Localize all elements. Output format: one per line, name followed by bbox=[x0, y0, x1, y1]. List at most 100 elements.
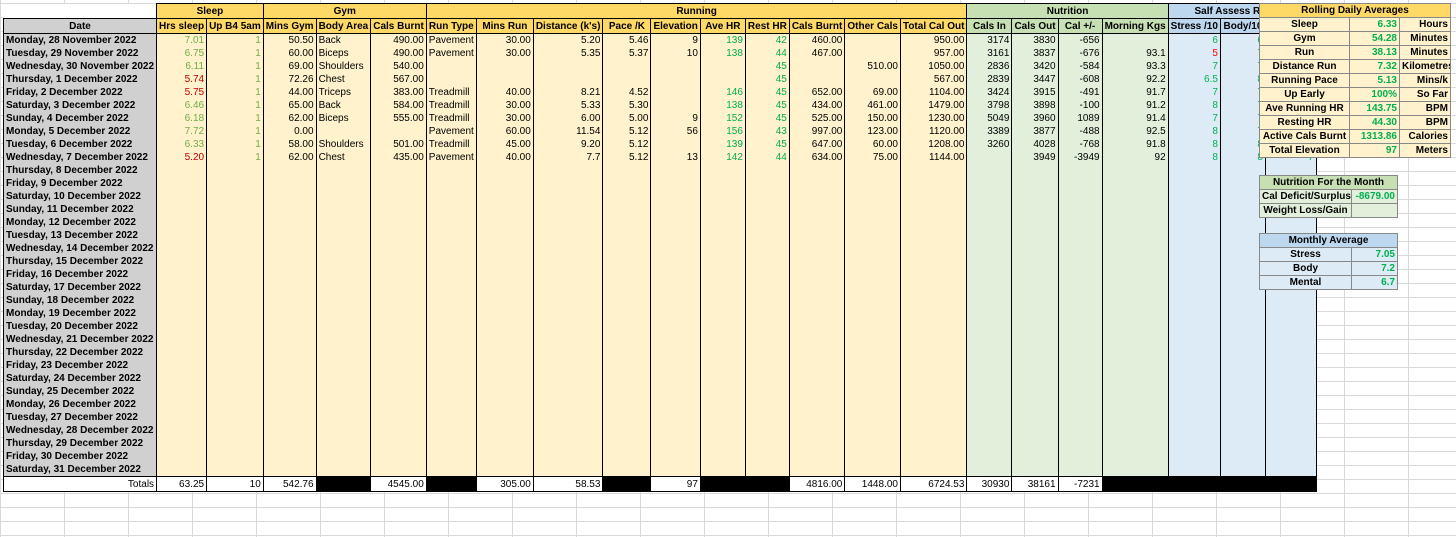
cell-cals-in[interactable] bbox=[966, 385, 1013, 398]
column-header[interactable]: Cals In bbox=[966, 18, 1013, 34]
cell-other-cals[interactable] bbox=[844, 73, 901, 86]
cell-run-type[interactable] bbox=[425, 255, 477, 268]
cell-cals-out[interactable] bbox=[1011, 177, 1059, 190]
cell-ave-hr[interactable] bbox=[699, 60, 746, 73]
cell-sleep[interactable] bbox=[156, 463, 208, 477]
cell-total-cal-out[interactable] bbox=[899, 294, 968, 307]
cell-run-cals-burnt[interactable] bbox=[788, 346, 846, 359]
cell-body-area[interactable] bbox=[315, 177, 372, 190]
cell-mental[interactable] bbox=[1264, 372, 1317, 385]
column-header[interactable]: Stress /10 bbox=[1167, 18, 1221, 34]
cell-total-cal-out[interactable] bbox=[899, 424, 968, 437]
cell-ave-hr[interactable] bbox=[699, 411, 746, 424]
cell-run-cals-burnt[interactable] bbox=[788, 229, 846, 242]
cell-sleep[interactable]: 5.75 bbox=[156, 86, 208, 99]
cell-elevation[interactable] bbox=[650, 86, 701, 99]
cell-sleep[interactable] bbox=[156, 411, 208, 424]
cell-run-cals-burnt[interactable]: 467.00 bbox=[788, 47, 846, 60]
cell-elevation[interactable] bbox=[650, 203, 701, 216]
cell-stress[interactable] bbox=[1167, 190, 1221, 203]
cell-mins-gym[interactable] bbox=[262, 411, 317, 424]
cell-ave-hr[interactable]: 139 bbox=[699, 138, 746, 151]
cell-mins-gym[interactable] bbox=[262, 190, 317, 203]
cell-run-type[interactable] bbox=[425, 229, 477, 242]
cell-date[interactable]: Saturday, 10 December 2022 bbox=[2, 190, 158, 203]
cell-run-cals-burnt[interactable] bbox=[788, 372, 846, 385]
cell-body-area[interactable] bbox=[315, 372, 372, 385]
cell-pace[interactable] bbox=[602, 450, 652, 463]
cell-elevation[interactable] bbox=[650, 255, 701, 268]
cell-ave-hr[interactable]: 156 bbox=[699, 125, 746, 138]
cell-cal-diff[interactable] bbox=[1057, 372, 1103, 385]
cell-cal-diff[interactable] bbox=[1057, 281, 1103, 294]
cell-run-cals-burnt[interactable] bbox=[788, 450, 846, 463]
rolling-unit[interactable]: Kilometres bbox=[1399, 59, 1451, 74]
cell-mins-run[interactable] bbox=[475, 164, 534, 177]
cell-ave-hr[interactable]: 146 bbox=[699, 86, 746, 99]
cell-run-cals-burnt[interactable] bbox=[788, 203, 846, 216]
cell-mental[interactable] bbox=[1264, 450, 1317, 463]
cell-date[interactable]: Sunday, 25 December 2022 bbox=[2, 385, 158, 398]
rolling-label[interactable]: Total Elevation bbox=[1259, 143, 1350, 158]
cell-run-type[interactable] bbox=[425, 411, 477, 424]
rolling-value[interactable]: 6.33 bbox=[1349, 17, 1400, 32]
cell-run-type[interactable]: Pavement bbox=[425, 47, 477, 60]
cell-run-type[interactable] bbox=[425, 242, 477, 255]
cell-body-area[interactable] bbox=[315, 125, 372, 138]
monthly-average-title[interactable]: Monthly Average bbox=[1259, 233, 1398, 248]
cell-mental[interactable] bbox=[1264, 437, 1317, 450]
cell-run-cals-burnt[interactable] bbox=[788, 437, 846, 450]
cell-pace[interactable] bbox=[602, 294, 652, 307]
cell-gym-cals-burnt[interactable] bbox=[370, 203, 427, 216]
cell-date[interactable]: Wednesday, 30 November 2022 bbox=[2, 60, 158, 73]
cell-cal-diff[interactable]: -656 bbox=[1057, 33, 1103, 47]
cell-run-cals-burnt[interactable] bbox=[788, 294, 846, 307]
cell-mins-gym[interactable] bbox=[262, 164, 317, 177]
cell-total-cal-out[interactable]: 1104.00 bbox=[899, 86, 968, 99]
cell-sleep[interactable]: 6.18 bbox=[156, 112, 208, 125]
cell-run-cals-burnt[interactable] bbox=[788, 177, 846, 190]
cell-mental[interactable] bbox=[1264, 307, 1317, 320]
cell-ave-hr[interactable] bbox=[699, 359, 746, 372]
cell-run-type[interactable]: Treadmill bbox=[425, 112, 477, 125]
cell-elevation[interactable] bbox=[650, 99, 701, 112]
cell-distance[interactable]: 11.54 bbox=[532, 125, 604, 138]
cell-mins-run[interactable] bbox=[475, 398, 534, 411]
column-header[interactable]: Rest HR bbox=[744, 18, 790, 34]
cell-morning-kgs[interactable] bbox=[1101, 294, 1169, 307]
cell-up-b4-5am[interactable]: 1 bbox=[206, 86, 264, 99]
cell-up-b4-5am[interactable] bbox=[206, 242, 264, 255]
cell-cals-out[interactable]: 3960 bbox=[1011, 112, 1059, 125]
cell-elevation[interactable] bbox=[650, 307, 701, 320]
cell-body-area[interactable] bbox=[315, 346, 372, 359]
cell-distance[interactable] bbox=[532, 164, 604, 177]
cell-stress[interactable] bbox=[1167, 216, 1221, 229]
cell-stress[interactable] bbox=[1167, 346, 1221, 359]
cell-ave-hr[interactable] bbox=[699, 281, 746, 294]
cell-body[interactable] bbox=[1219, 424, 1266, 437]
cell-rest-hr[interactable] bbox=[744, 242, 790, 255]
cell-cals-out[interactable] bbox=[1011, 463, 1059, 477]
cell-body-area[interactable] bbox=[315, 437, 372, 450]
cell-other-cals[interactable]: 123.00 bbox=[844, 125, 901, 138]
cell-run-cals-burnt[interactable]: 647.00 bbox=[788, 138, 846, 151]
column-header[interactable]: Ave HR bbox=[699, 18, 746, 34]
cell-mins-gym[interactable] bbox=[262, 333, 317, 346]
cell-date[interactable]: Friday, 9 December 2022 bbox=[2, 177, 158, 190]
cell-pace[interactable] bbox=[602, 216, 652, 229]
rolling-unit[interactable]: BPM bbox=[1399, 115, 1451, 130]
cell-run-type[interactable]: Pavement bbox=[425, 125, 477, 138]
cell-other-cals[interactable] bbox=[844, 281, 901, 294]
cell-mins-run[interactable]: 40.00 bbox=[475, 86, 534, 99]
cell-gym-cals-burnt[interactable] bbox=[370, 398, 427, 411]
cell-mins-gym[interactable]: 58.00 bbox=[262, 138, 317, 151]
cell-ave-hr[interactable] bbox=[699, 437, 746, 450]
cell-mins-gym[interactable] bbox=[262, 294, 317, 307]
cell-mins-gym[interactable]: 72.26 bbox=[262, 73, 317, 86]
cell-body-area[interactable]: Shoulders bbox=[315, 60, 372, 73]
cell-gym-cals-burnt[interactable] bbox=[370, 385, 427, 398]
rolling-value[interactable]: 44.30 bbox=[1349, 115, 1400, 130]
rolling-label[interactable]: Resting HR bbox=[1259, 115, 1350, 130]
cell-run-cals-burnt[interactable] bbox=[788, 216, 846, 229]
cell-mins-gym[interactable] bbox=[262, 437, 317, 450]
